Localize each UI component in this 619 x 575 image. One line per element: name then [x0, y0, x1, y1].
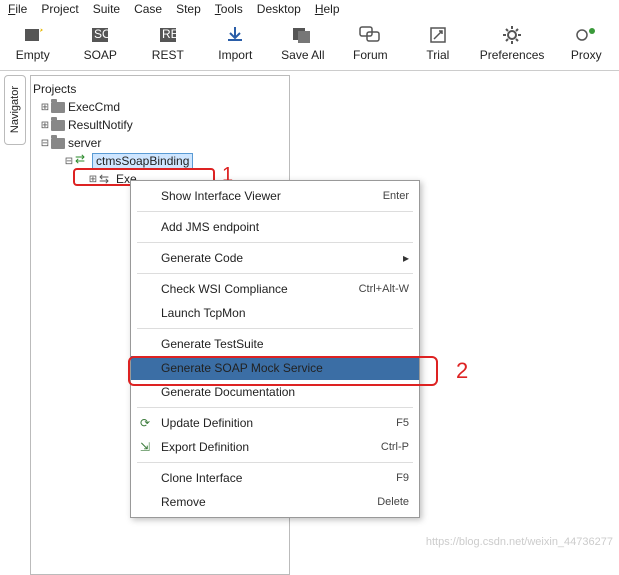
ctx-show-interface-viewer[interactable]: Show Interface ViewerEnter [131, 184, 419, 208]
toolbar-preferences[interactable]: Preferences [479, 24, 546, 62]
ctx-update-definition[interactable]: ⟳Update DefinitionF5 [131, 411, 419, 435]
ctx-add-jms-endpoint[interactable]: Add JMS endpoint [131, 215, 419, 239]
forum-icon [358, 24, 382, 46]
svg-text:SO: SO [94, 27, 110, 41]
soap-icon: SO [88, 24, 112, 46]
tree-node[interactable]: ⊟server [33, 134, 287, 152]
ctx-launch-tcpmon[interactable]: Launch TcpMon [131, 301, 419, 325]
toolbar: Empty SO SOAP RE REST Import Save All Fo… [0, 20, 619, 71]
ctx-remove[interactable]: RemoveDelete [131, 490, 419, 514]
toolbar-import[interactable]: Import [209, 24, 263, 62]
toolbar-label: Forum [353, 48, 388, 62]
folder-icon [51, 102, 65, 113]
menu-desktop[interactable]: Desktop [257, 2, 301, 16]
annotation-2: 2 [456, 358, 468, 384]
separator [137, 407, 413, 408]
toolbar-label: Proxy [571, 48, 602, 62]
menu-help[interactable]: Help [315, 2, 340, 16]
svg-text:RE: RE [162, 27, 178, 41]
submenu-arrow-icon: ▸ [403, 251, 409, 265]
export-icon: ⇲ [137, 439, 153, 455]
interface-icon [75, 154, 89, 168]
toolbar-label: REST [152, 48, 184, 62]
menu-suite[interactable]: Suite [93, 2, 120, 16]
annotation-box-2 [128, 356, 438, 386]
star-new-icon [21, 24, 45, 46]
menu-bar: File Project Suite Case Step Tools Deskt… [0, 0, 619, 20]
ctx-generate-code[interactable]: Generate Code▸ [131, 246, 419, 270]
toolbar-empty[interactable]: Empty [6, 24, 60, 62]
watermark: https://blog.csdn.net/weixin_44736277 [426, 536, 613, 548]
tree-node[interactable]: ⊞ExecCmd [33, 98, 287, 116]
menu-step[interactable]: Step [176, 2, 201, 16]
toolbar-soap[interactable]: SO SOAP [74, 24, 128, 62]
gear-icon [500, 24, 524, 46]
ctx-clone-interface[interactable]: Clone InterfaceF9 [131, 466, 419, 490]
toolbar-label: Preferences [480, 48, 545, 62]
ctx-export-definition[interactable]: ⇲Export DefinitionCtrl-P [131, 435, 419, 459]
separator [137, 242, 413, 243]
toolbar-label: Empty [16, 48, 50, 62]
menu-case[interactable]: Case [134, 2, 162, 16]
menu-project[interactable]: Project [41, 2, 78, 16]
toolbar-label: Save All [281, 48, 324, 62]
toolbar-forum[interactable]: Forum [344, 24, 398, 62]
separator [137, 211, 413, 212]
context-menu: Show Interface ViewerEnter Add JMS endpo… [130, 180, 420, 518]
separator [137, 273, 413, 274]
import-icon [223, 24, 247, 46]
folder-icon [51, 120, 65, 131]
save-all-icon [291, 24, 315, 46]
tree-node[interactable]: ⊞ResultNotify [33, 116, 287, 134]
toolbar-label: Trial [426, 48, 449, 62]
menu-tools[interactable]: Tools [215, 2, 243, 16]
toolbar-trial[interactable]: Trial [411, 24, 465, 62]
separator [137, 462, 413, 463]
refresh-icon: ⟳ [137, 415, 153, 431]
toolbar-rest[interactable]: RE REST [141, 24, 195, 62]
toolbar-label: Import [218, 48, 252, 62]
navigator-tab[interactable]: Navigator [4, 75, 26, 145]
proxy-icon [574, 24, 598, 46]
tree-root[interactable]: Projects [33, 80, 287, 98]
rest-icon: RE [156, 24, 180, 46]
toolbar-label: SOAP [84, 48, 117, 62]
menu-file[interactable]: File [8, 2, 27, 16]
folder-icon [51, 138, 65, 149]
toolbar-proxy[interactable]: Proxy [560, 24, 614, 62]
trial-icon [426, 24, 450, 46]
ctx-generate-testsuite[interactable]: Generate TestSuite [131, 332, 419, 356]
separator [137, 328, 413, 329]
ctx-check-wsi[interactable]: Check WSI ComplianceCtrl+Alt-W [131, 277, 419, 301]
toolbar-saveall[interactable]: Save All [276, 24, 330, 62]
